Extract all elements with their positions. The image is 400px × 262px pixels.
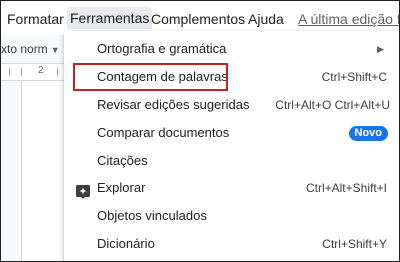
menu-item-label: Ortografia e gramática: [97, 41, 227, 56]
menu-item-label: Dicionário: [97, 236, 155, 251]
menu-item-label: Comparar documentos: [97, 125, 230, 140]
ruler-tick: [57, 68, 58, 76]
menu-item-spelling[interactable]: Ortografia e gramática ▶: [64, 35, 399, 63]
menu-complementos[interactable]: Complementos: [151, 9, 245, 29]
menu-item-review-suggestions[interactable]: Revisar edições sugeridas Ctrl+Alt+O Ctr…: [64, 91, 399, 119]
menu-bar: Formatar Ferramentas Complementos Ajuda …: [1, 1, 399, 35]
submenu-arrow-icon: ▶: [377, 44, 384, 54]
word-count-highlight: [73, 63, 228, 91]
menu-item-label: Explorar: [97, 180, 146, 195]
ruler-tick: [21, 68, 22, 76]
menu-item-shortcut: Ctrl+Shift+Y: [322, 237, 387, 251]
menu-item-linked-objects[interactable]: Objetos vinculados: [64, 202, 399, 230]
menu-item-dictionary[interactable]: Dicionário Ctrl+Shift+Y: [64, 230, 399, 258]
explore-icon: [76, 181, 90, 199]
menu-item-shortcut: Ctrl+Alt+O Ctrl+Alt+U: [275, 98, 390, 112]
menu-item-shortcut: Ctrl+Shift+C: [321, 70, 387, 84]
last-edit-link[interactable]: A última edição foi: [298, 9, 399, 29]
menu-item-label: Citações: [97, 153, 148, 168]
paragraph-style-value: xto norm: [1, 42, 48, 56]
menu-item-label: Objetos vinculados: [97, 208, 207, 223]
menu-item-compare-documents[interactable]: Comparar documentos Novo: [64, 119, 399, 147]
new-badge: Novo: [348, 126, 388, 141]
menu-item-explore[interactable]: Explorar Ctrl+Alt+Shift+I: [64, 174, 399, 202]
menu-ajuda[interactable]: Ajuda: [248, 9, 284, 29]
ruler-number: 2: [38, 65, 44, 76]
menu-formatar[interactable]: Formatar: [7, 9, 64, 29]
chevron-down-icon: ▼: [50, 45, 60, 55]
ruler-tick: [9, 68, 10, 76]
menu-item-label: Revisar edições sugeridas: [97, 97, 250, 112]
menu-ferramentas[interactable]: Ferramentas: [67, 7, 153, 29]
app-window: xto norm ▼ 2 Formatar Ferramentas Complem…: [0, 0, 400, 262]
menu-item-shortcut: Ctrl+Alt+Shift+I: [305, 181, 387, 195]
menu-item-citations[interactable]: Citações: [64, 147, 399, 175]
